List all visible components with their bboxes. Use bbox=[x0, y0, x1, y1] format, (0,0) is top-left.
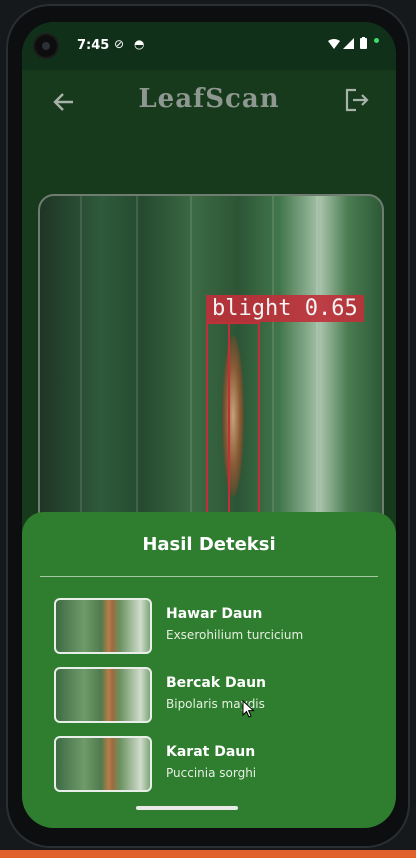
logout-button[interactable] bbox=[344, 88, 374, 118]
leaf-vein bbox=[80, 196, 82, 556]
detection-label: blight 0.65 bbox=[206, 295, 364, 322]
battery-icon bbox=[360, 37, 367, 49]
result-name: Karat Daun bbox=[166, 744, 256, 760]
app-title: LeafScan bbox=[138, 84, 280, 114]
detection-box bbox=[206, 322, 260, 526]
logout-icon bbox=[345, 88, 369, 112]
wifi-icon bbox=[328, 39, 340, 49]
cloud-icon: ◓ bbox=[134, 37, 145, 51]
result-name: Bercak Daun bbox=[166, 675, 267, 691]
front-camera bbox=[35, 35, 57, 57]
phone-screen: 7:45 ⊘ ◓ LeafScan blight 0.65 Hasil Dete… bbox=[22, 22, 396, 828]
result-latin-name: Puccinia sorghi bbox=[166, 766, 257, 780]
app-bar: LeafScan bbox=[22, 70, 396, 138]
status-time: 7:45 bbox=[77, 38, 110, 53]
results-title: Hasil Deteksi bbox=[142, 534, 276, 555]
result-name: Hawar Daun bbox=[166, 606, 263, 622]
status-bar: 7:45 ⊘ ◓ bbox=[22, 22, 396, 70]
detection-image: blight 0.65 bbox=[38, 194, 384, 558]
result-item-karat-daun[interactable]: Karat Daun Puccinia sorghi bbox=[54, 736, 374, 792]
results-sheet: Hasil Deteksi Hawar Daun Exserohilium tu… bbox=[22, 512, 396, 828]
home-indicator[interactable] bbox=[136, 806, 238, 810]
results-divider bbox=[40, 576, 378, 577]
do-not-disturb-icon: ⊘ bbox=[114, 37, 125, 51]
result-thumbnail bbox=[54, 667, 152, 723]
result-thumbnail bbox=[54, 736, 152, 792]
bottom-strip bbox=[0, 850, 416, 858]
signal-icon bbox=[343, 38, 354, 49]
leaf-vein bbox=[316, 196, 318, 556]
result-item-bercak-daun[interactable]: Bercak Daun Bipolaris maydis bbox=[54, 667, 374, 723]
leaf-vein bbox=[272, 196, 274, 556]
leaf-vein bbox=[136, 196, 138, 556]
leaf-vein bbox=[190, 196, 192, 556]
result-latin-name: Exserohilium turcicium bbox=[166, 628, 304, 642]
result-item-hawar-daun[interactable]: Hawar Daun Exserohilium turcicium bbox=[54, 598, 374, 654]
result-thumbnail bbox=[54, 598, 152, 654]
mouse-cursor-icon bbox=[242, 700, 255, 718]
detection-box-divider bbox=[228, 322, 230, 522]
privacy-indicator bbox=[374, 38, 379, 43]
